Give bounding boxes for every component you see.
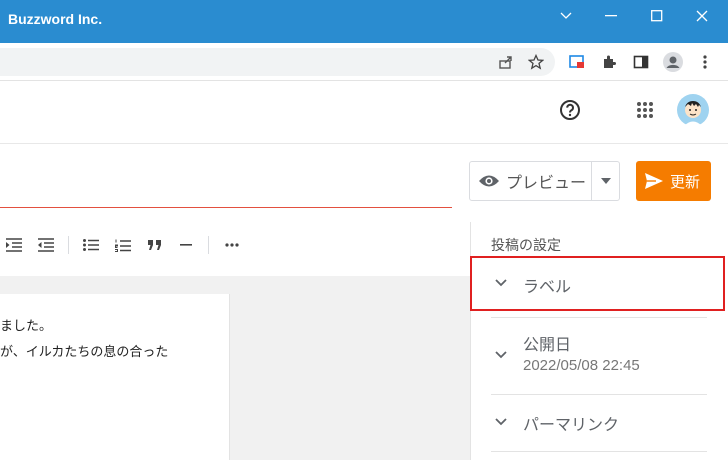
publish-date-value: 2022/05/08 22:45: [523, 357, 640, 374]
chevron-down-icon: [495, 351, 507, 359]
browser-menu-icon[interactable]: [693, 50, 717, 74]
preview-dropdown-button[interactable]: [592, 162, 620, 200]
browser-toolbar: [0, 43, 728, 81]
address-bar[interactable]: [0, 48, 555, 76]
minimize-button[interactable]: [597, 5, 625, 27]
update-label: 更新: [670, 172, 701, 191]
highlight-box: [470, 256, 725, 311]
quote-icon[interactable]: [144, 234, 166, 256]
send-icon: [645, 173, 663, 189]
maximize-button[interactable]: [643, 5, 671, 27]
profile-avatar-icon[interactable]: [661, 50, 685, 74]
update-button[interactable]: 更新: [636, 161, 711, 201]
preview-label: プレビュー: [506, 173, 587, 192]
preview-button-group: プレビュー: [469, 161, 620, 201]
sidebar-item-label: パーマリンク: [523, 415, 620, 434]
help-icon[interactable]: [558, 98, 582, 122]
window-title: Buzzword Inc.: [8, 11, 103, 27]
close-button[interactable]: [688, 5, 716, 27]
sidebar-divider: [491, 394, 707, 395]
indent-icon[interactable]: [3, 234, 25, 256]
eye-icon: [479, 175, 499, 187]
bookmark-star-icon[interactable]: [524, 50, 548, 74]
toolbar-separator: [68, 236, 69, 254]
body-text-line: ました。: [0, 319, 53, 334]
numbered-list-icon[interactable]: [112, 234, 134, 256]
share-icon[interactable]: [494, 50, 518, 74]
chevron-down-icon[interactable]: [552, 5, 580, 27]
more-options-icon[interactable]: [221, 234, 243, 256]
app-header: [0, 82, 728, 144]
side-panel-icon[interactable]: [629, 50, 653, 74]
sidebar-divider: [491, 317, 707, 318]
title-input-underline[interactable]: [0, 207, 452, 208]
bulleted-list-icon[interactable]: [80, 234, 102, 256]
caret-down-icon: [601, 178, 611, 184]
horizontal-rule-icon[interactable]: [175, 234, 197, 256]
toolbar-separator: [208, 236, 209, 254]
outdent-icon[interactable]: [35, 234, 57, 256]
apps-grid-icon[interactable]: [633, 98, 657, 122]
user-avatar[interactable]: [676, 93, 710, 127]
sidebar-item-permalink[interactable]: パーマリンク: [491, 406, 707, 438]
sidebar-title: 投稿の設定: [491, 238, 561, 254]
window-titlebar: Buzzword Inc.: [0, 0, 728, 43]
sidebar-divider: [491, 451, 707, 452]
body-text-line: が、イルカたちの息の合った: [0, 345, 169, 360]
editor-page[interactable]: ました。 が、イルカたちの息の合った: [0, 294, 230, 460]
sidebar-item-publish-date[interactable]: 公開日 2022/05/08 22:45: [491, 330, 707, 380]
extension-screenshot-icon[interactable]: [565, 50, 589, 74]
preview-button[interactable]: プレビュー: [470, 162, 591, 200]
extensions-puzzle-icon[interactable]: [597, 50, 621, 74]
sidebar-item-label: 公開日: [523, 335, 572, 354]
chevron-down-icon: [495, 418, 507, 426]
